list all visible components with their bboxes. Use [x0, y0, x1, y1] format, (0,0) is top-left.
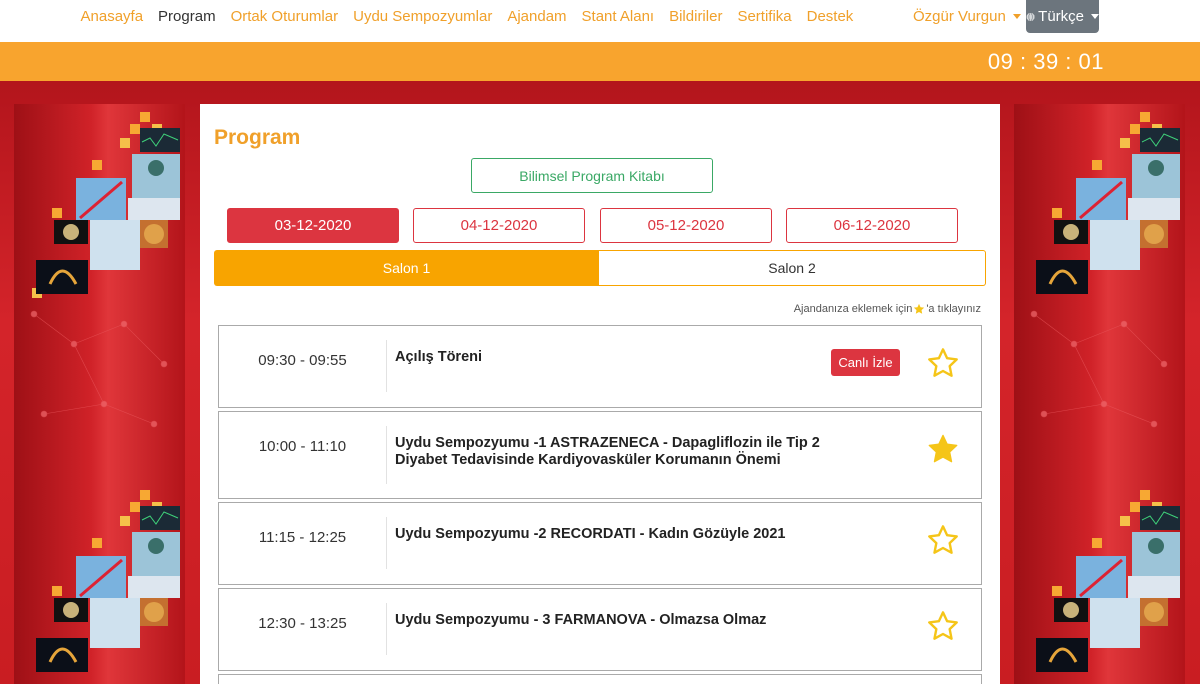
network-pattern: [30, 310, 168, 428]
session-title[interactable]: Uydu Sempozyumu -1 ASTRAZENECA - Dapagli…: [395, 435, 835, 469]
program-panel: Program Bilimsel Program Kitabı 03-12-20…: [200, 104, 1000, 684]
session-card: 09:30 - 09:55 Açılış Töreni Canlı İzle: [218, 325, 982, 408]
date-tab-1[interactable]: 03-12-2020: [227, 208, 399, 243]
salon-tab-1[interactable]: Salon 1: [214, 250, 599, 286]
session-title[interactable]: Açılış Töreni: [395, 349, 835, 366]
top-navigation: Anasayfa Program Ortak Oturumlar Uydu Se…: [0, 0, 1200, 42]
agenda-hint-after: 'a tıklayınız: [926, 303, 981, 315]
agenda-hint-before: Ajandanıza eklemek için: [793, 303, 913, 315]
date-tab-3[interactable]: 05-12-2020: [600, 208, 772, 243]
countdown-clock: 09 : 39 : 01: [987, 49, 1104, 74]
session-title[interactable]: Uydu Sempozyumu -2 RECORDATI - Kadın Göz…: [395, 526, 835, 543]
globe-icon: [1026, 12, 1035, 21]
user-menu[interactable]: Özgür Vurgun: [913, 0, 1021, 32]
salon-tab-2[interactable]: Salon 2: [599, 250, 986, 286]
session-divider: [386, 340, 387, 392]
clock-bar: 09 : 39 : 01: [0, 42, 1200, 81]
right-side-banner: [1014, 104, 1185, 684]
star-filled-icon: [914, 303, 925, 314]
watch-live-button[interactable]: Canlı İzle: [831, 349, 900, 376]
session-divider: [386, 517, 387, 569]
medical-collage-image: [1036, 112, 1180, 294]
date-tab-2[interactable]: 04-12-2020: [413, 208, 585, 243]
session-title[interactable]: Uydu Sempozyumu - 3 FARMANOVA - Olmazsa …: [395, 612, 835, 629]
session-time: 12:30 - 13:25: [258, 615, 347, 632]
nav-link-ortak-oturumlar[interactable]: Ortak Oturumlar: [231, 8, 339, 25]
session-card: 10:00 - 11:10 Uydu Sempozyumu -1 ASTRAZE…: [218, 411, 982, 499]
agenda-hint: Ajandanıza eklemek için 'a tıklayınız: [794, 303, 981, 315]
session-time: 11:15 - 12:25: [258, 529, 347, 546]
medical-collage-image: [36, 490, 180, 672]
left-side-banner: [14, 104, 185, 684]
nav-link-destek[interactable]: Destek: [807, 8, 854, 25]
star-icon[interactable]: [927, 610, 959, 642]
star-filled-icon[interactable]: [927, 433, 959, 465]
session-divider: [386, 426, 387, 484]
star-icon[interactable]: [927, 524, 959, 556]
chevron-down-icon: [1012, 13, 1021, 19]
nav-link-program[interactable]: Program: [158, 8, 216, 25]
nav-link-anasayfa[interactable]: Anasayfa: [81, 8, 144, 25]
session-card: 12:30 - 13:25 Uydu Sempozyumu - 3 FARMAN…: [218, 588, 982, 671]
nav-link-bildiriler[interactable]: Bildiriler: [669, 8, 722, 25]
session-time: 10:00 - 11:10: [258, 438, 347, 455]
nav-link-uydu-sempozyumlar[interactable]: Uydu Sempozyumlar: [353, 8, 492, 25]
medical-collage-image: [1036, 490, 1180, 672]
language-label: Türkçe: [1038, 8, 1084, 25]
nav-link-sertifika[interactable]: Sertifika: [737, 8, 791, 25]
nav-link-ajandam[interactable]: Ajandam: [507, 8, 566, 25]
session-card: [218, 674, 982, 684]
medical-collage-image: [32, 112, 180, 298]
session-card: 11:15 - 12:25 Uydu Sempozyumu -2 RECORDA…: [218, 502, 982, 585]
star-icon[interactable]: [927, 347, 959, 379]
scientific-program-book-button[interactable]: Bilimsel Program Kitabı: [471, 158, 713, 193]
session-time: 09:30 - 09:55: [258, 352, 347, 369]
language-dropdown-button[interactable]: Türkçe: [1026, 0, 1099, 33]
nav-link-stant-alani[interactable]: Stant Alanı: [582, 8, 655, 25]
user-name: Özgür Vurgun: [913, 7, 1006, 25]
page-title: Program: [214, 126, 301, 149]
network-pattern: [1030, 310, 1168, 428]
session-divider: [386, 603, 387, 655]
nav-links: Anasayfa Program Ortak Oturumlar Uydu Se…: [73, 0, 861, 32]
chevron-down-icon: [1091, 14, 1099, 19]
date-tab-4[interactable]: 06-12-2020: [786, 208, 958, 243]
